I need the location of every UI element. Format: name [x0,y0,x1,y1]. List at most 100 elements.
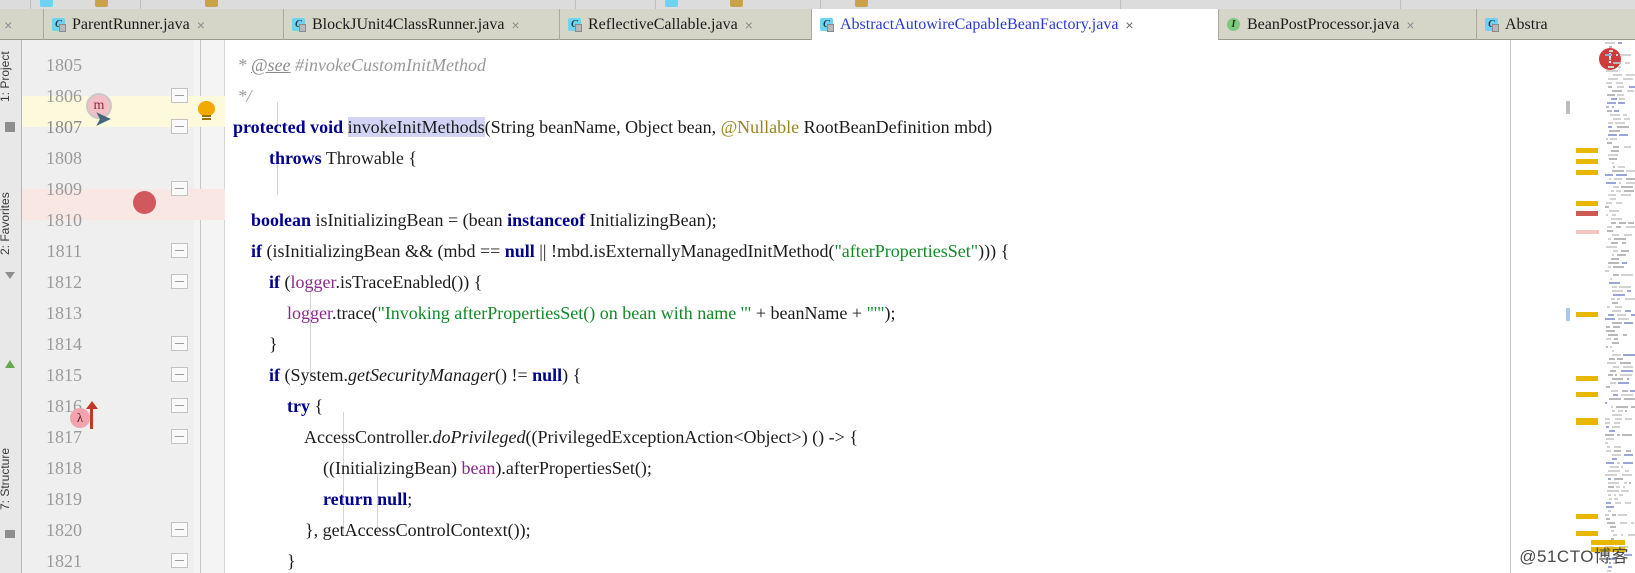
java-class-icon [40,0,53,7]
intention-bulb-icon[interactable] [198,101,215,117]
fold-toggle-icon[interactable] [171,522,188,537]
editor-tab-label: AbstractAutowireCapableBeanFactory.java [840,15,1119,33]
inspection-and-minimap-pane[interactable]: ! @51CTO博客 [1510,40,1635,573]
warning-stripe[interactable] [1576,531,1598,536]
code-minimap[interactable] [1604,40,1635,573]
line-number: 1819 [46,489,82,509]
editor-tab-beanpostprocessor[interactable]: I BeanPostProcessor.java × [1219,9,1477,40]
tool-window-stripe-left[interactable]: 1: Project 2: Favorites 7: Structure [0,40,22,573]
stripe-marker[interactable] [1566,101,1570,114]
watermark: @51CTO博客 [1519,547,1629,566]
file-icon [855,0,868,7]
warning-stripe[interactable] [1576,159,1598,164]
java-class-icon: C [292,17,307,32]
code-line[interactable]: } [233,546,296,573]
close-icon[interactable]: × [1406,17,1414,33]
fold-toggle-icon[interactable] [171,119,188,134]
code-line[interactable]: ((InitializingBean) bean).afterPropertie… [233,453,652,484]
warning-stripe[interactable] [1576,312,1598,317]
fold-toggle-icon[interactable] [171,336,188,351]
code-line[interactable]: if (System.getSecurityManager() != null)… [233,360,581,391]
line-number: 1817 [46,427,82,447]
file-icon [730,0,743,7]
code-line[interactable]: boolean isInitializingBean = (bean insta… [233,205,717,236]
code-line[interactable]: throws Throwable { [233,143,417,174]
lambda-up-arrow-icon[interactable] [86,401,98,429]
code-line[interactable]: * @see #invokeCustomInitMethod [233,50,487,81]
editor-tab-abstra[interactable]: C Abstra [1477,9,1635,40]
java-class-icon: C [568,17,583,32]
fold-toggle-icon[interactable] [171,429,188,444]
line-number: 1821 [46,551,82,571]
fold-toggle-icon[interactable] [171,553,188,568]
editor-tab-parentrunner[interactable]: C ParentRunner.java × [44,9,284,40]
line-number: 1811 [46,241,82,261]
warning-stripe[interactable] [1576,418,1598,425]
line-number: 1808 [46,148,82,168]
close-icon[interactable]: × [511,17,519,33]
warning-stripe[interactable] [1576,201,1598,206]
code-line[interactable]: if (logger.isTraceEnabled()) { [233,267,482,298]
lambda-marker-icon[interactable]: λ [70,408,90,428]
method-implements-arrow-icon[interactable]: ➤ [95,110,111,129]
warning-stripe[interactable] [1576,170,1598,175]
breakpoint-icon[interactable] [133,191,156,214]
editor-tab-label: Abstra [1505,15,1548,33]
line-number: 1820 [46,520,82,540]
tool-window-button-structure[interactable]: 7: Structure [0,448,12,510]
java-class-icon: C [820,17,835,32]
chevron-down-icon[interactable] [5,272,15,279]
collapse-icon[interactable] [5,530,15,538]
file-icon [95,0,108,7]
code-editor[interactable]: * @see #invokeCustomInitMethod */protect… [225,40,1510,573]
fold-toggle-icon[interactable] [171,88,188,103]
code-line[interactable]: AccessController.doPrivileged((Privilege… [233,422,858,453]
editor-tab-label: ReflectiveCallable.java [588,15,738,33]
tool-window-button-favorites[interactable]: 2: Favorites [0,192,12,255]
fold-toggle-icon[interactable] [171,181,188,196]
editor-tab-partial[interactable]: a × [0,9,44,40]
code-line[interactable]: if (isInitializingBean && (mbd == null |… [233,236,1009,267]
code-line[interactable]: return null; [233,484,412,515]
editor-tab-label: BlockJUnit4ClassRunner.java [312,15,505,33]
vcs-arrow-icon [5,360,15,368]
close-icon[interactable]: × [1125,17,1133,33]
editor-tab-label: ParentRunner.java [72,15,190,33]
fold-toggle-icon[interactable] [171,398,188,413]
line-number: 1813 [46,303,82,323]
close-icon[interactable]: × [197,17,205,33]
collapse-icon[interactable] [5,122,15,132]
java-class-icon: C [1485,17,1500,32]
editor-tab-abstractautowirecapablebeanfactory[interactable]: C AbstractAutowireCapableBeanFactory.jav… [812,9,1219,40]
warning-stripe[interactable] [1576,376,1598,381]
fold-toggle-icon[interactable] [171,243,188,258]
warning-stripe[interactable] [1576,392,1598,397]
tool-window-button-project[interactable]: 1: Project [0,51,12,102]
code-line[interactable]: */ [233,81,252,112]
code-line[interactable]: }, getAccessControlContext()); [233,515,531,546]
error-stripe[interactable] [1576,211,1598,216]
line-number: 1812 [46,272,82,292]
code-line[interactable]: try { [233,391,323,422]
breakpoint-stripe[interactable] [1576,230,1599,234]
line-number: 1807 [46,117,82,137]
line-number: 1814 [46,334,82,354]
line-number: 1818 [46,458,82,478]
line-number: 1809 [46,179,82,199]
editor-tab-reflectivecallable[interactable]: C ReflectiveCallable.java × [560,9,812,40]
code-line[interactable]: logger.trace("Invoking afterPropertiesSe… [233,298,896,329]
code-line[interactable]: } [233,329,278,360]
close-icon[interactable]: × [4,17,12,33]
stripe-marker[interactable] [1566,308,1570,321]
line-number: 1815 [46,365,82,385]
warning-stripe[interactable] [1576,148,1598,153]
warning-stripe[interactable] [1576,514,1598,519]
editor-tab-blockjunit4classrunner[interactable]: C BlockJUnit4ClassRunner.java × [284,9,560,40]
fold-toggle-icon[interactable] [171,367,188,382]
line-number: 1810 [46,210,82,230]
editor-tab-bar[interactable]: a × C ParentRunner.java × C BlockJUnit4C… [0,9,1635,40]
line-number: 1805 [46,55,82,75]
close-icon[interactable]: × [745,17,753,33]
fold-toggle-icon[interactable] [171,274,188,289]
code-line[interactable]: protected void invokeInitMethods(String … [233,112,992,143]
